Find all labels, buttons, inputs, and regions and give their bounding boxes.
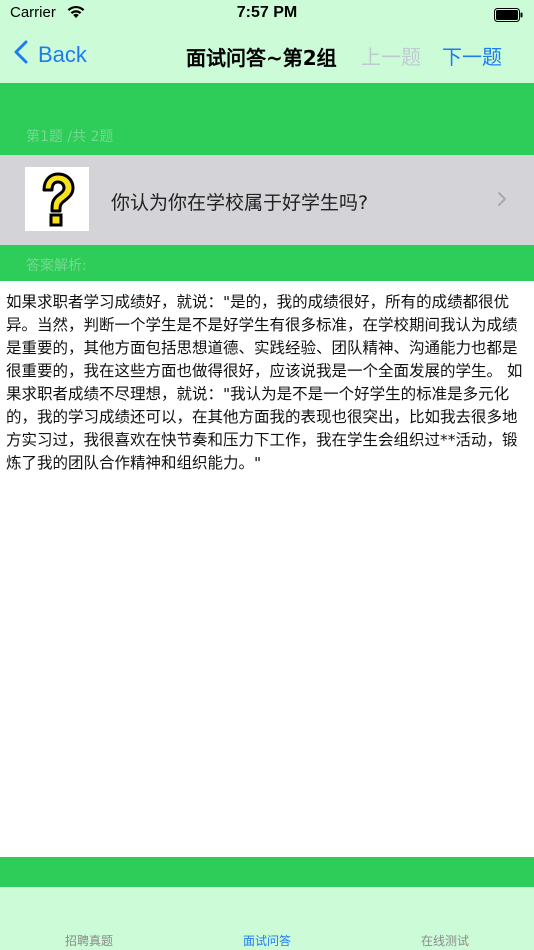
answer-text: 如果求职者学习成绩好，就说："是的，我的成绩很好，所有的成绩都很优异。当然，判断… [6, 293, 523, 472]
question-row[interactable]: 你认为你在学校属于好学生吗? [0, 155, 534, 245]
status-bar: Carrier 7:57 PM [0, 0, 534, 30]
chevron-right-icon [497, 191, 507, 211]
back-button[interactable]: Back [14, 40, 87, 70]
question-text: 你认为你在学校属于好学生吗? [111, 192, 369, 214]
top-bar: Carrier 7:57 PM Back 面试问答~第2组 上一题 下一题 [0, 0, 534, 83]
question-counter: 第1题 /共 2题 [26, 129, 114, 145]
back-label: Back [38, 42, 87, 67]
answer-header: 答案解析: [0, 245, 534, 281]
tab-recruitment-questions[interactable]: 招聘真题 [0, 932, 178, 949]
page-title: 面试问答~第2组 [186, 46, 337, 70]
tab-online-test[interactable]: 在线测试 [356, 932, 534, 949]
status-time: 7:57 PM [236, 4, 298, 21]
previous-question-button[interactable]: 上一题 [361, 41, 421, 70]
tab-bar: 招聘真题 面试问答 在线测试 [0, 887, 534, 950]
navigation-bar: Back 面试问答~第2组 上一题 下一题 [0, 30, 534, 83]
bottom-band [0, 857, 534, 887]
question-header: 第1题 /共 2题 [0, 83, 534, 155]
question-mark-icon [25, 167, 89, 231]
battery-icon [494, 7, 524, 26]
next-question-button[interactable]: 下一题 [442, 41, 502, 70]
answer-label: 答案解析: [26, 258, 87, 274]
chevron-left-icon [14, 40, 28, 70]
tab-interview-qa[interactable]: 面试问答 [178, 932, 356, 949]
